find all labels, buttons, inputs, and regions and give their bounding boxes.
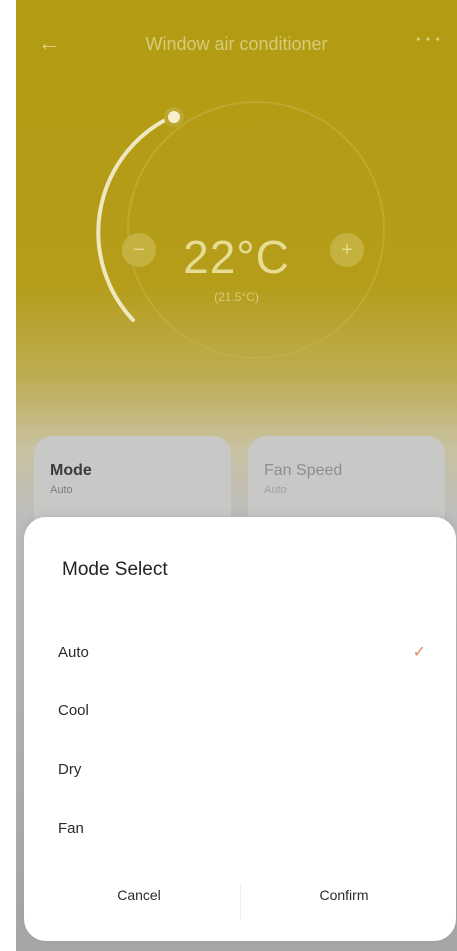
mode-option-cool[interactable]: Cool — [24, 688, 456, 734]
current-temperature: (21.5°C) — [214, 290, 259, 304]
mode-select-dialog: Mode Select Auto ✓ Cool Dry Fan Cancel C… — [24, 517, 456, 941]
dialog-title: Mode Select — [62, 559, 168, 580]
fan-speed-card-value: Auto — [264, 484, 287, 496]
mode-option-auto[interactable]: Auto ✓ — [24, 630, 456, 676]
back-arrow-icon[interactable]: ← — [38, 28, 68, 58]
mode-option-fan[interactable]: Fan — [24, 806, 456, 852]
dial-handle[interactable] — [164, 107, 184, 127]
dialog-actions: Cancel Confirm — [24, 867, 456, 941]
temperature-value: 22°C — [183, 231, 290, 283]
mode-card-value: Auto — [50, 484, 73, 496]
option-label: Auto — [58, 644, 89, 661]
cancel-button[interactable]: Cancel — [64, 887, 214, 903]
header: ← Window air conditioner ··· — [16, 20, 457, 68]
confirm-button[interactable]: Confirm — [269, 887, 419, 903]
check-icon: ✓ — [412, 644, 426, 661]
page-title: Window air conditioner — [145, 34, 328, 54]
option-label: Dry — [58, 761, 82, 778]
option-label: Cool — [58, 702, 89, 719]
mode-card-label: Mode — [50, 462, 92, 479]
fan-speed-card-label: Fan Speed — [264, 462, 343, 479]
mode-option-dry[interactable]: Dry — [24, 747, 456, 793]
option-label: Fan — [58, 820, 84, 837]
temperature-dial: − + 22°C (21.5°C) — [16, 80, 457, 380]
more-options-icon[interactable]: ··· — [414, 22, 443, 53]
actions-divider — [240, 885, 241, 919]
